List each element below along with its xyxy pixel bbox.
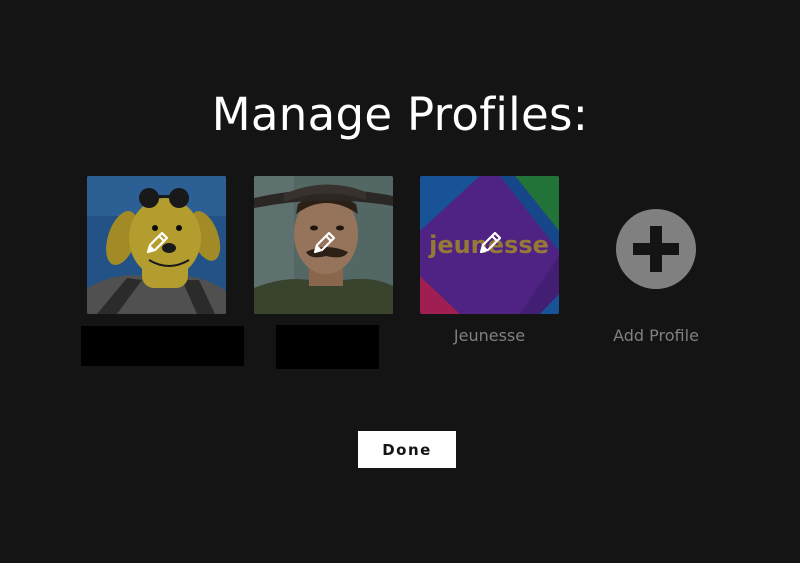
pencil-icon[interactable] <box>309 228 339 258</box>
plus-circle-icon <box>616 209 696 289</box>
add-profile-label: Add Profile <box>613 326 699 345</box>
profile-tile-3[interactable]: jeunesse <box>420 176 559 314</box>
profile-name-redacted-2 <box>276 325 379 369</box>
pencil-icon[interactable] <box>142 228 172 258</box>
profile-tile-1[interactable] <box>87 176 226 314</box>
manage-profiles-page: Manage Profiles: jeunesse Jeunesse Add P… <box>0 0 800 563</box>
done-button[interactable]: Done <box>358 431 456 468</box>
add-profile-button[interactable]: Add Profile <box>596 176 716 376</box>
profile-tile-2[interactable] <box>254 176 393 314</box>
profile-name-redacted-1 <box>81 326 244 366</box>
pencil-icon[interactable] <box>475 228 505 258</box>
page-title: Manage Profiles: <box>211 88 589 141</box>
profile-name-3: Jeunesse <box>453 326 526 345</box>
